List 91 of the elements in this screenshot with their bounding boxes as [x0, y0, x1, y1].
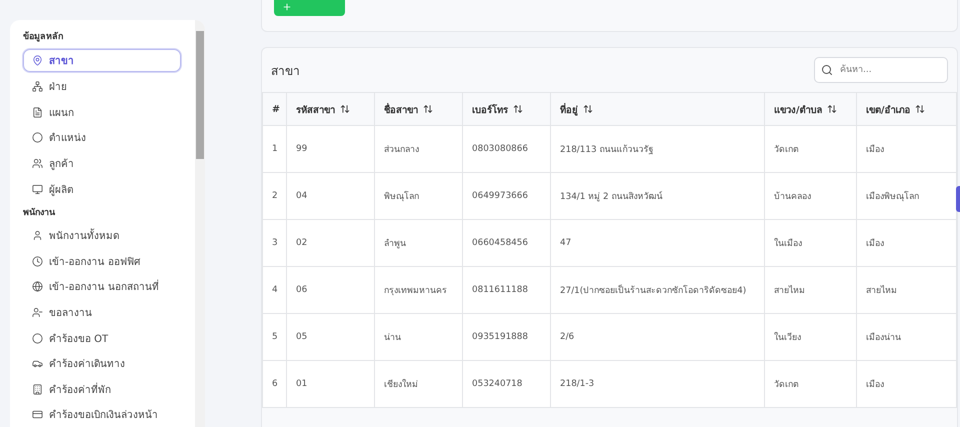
table-cell: 3 [262, 220, 286, 266]
table-cell: กรุงเทพมหานคร [374, 266, 462, 314]
table-cell: เมือง [856, 360, 956, 408]
table-cell: วัดเกต [764, 360, 856, 408]
table-cell: 0935191888 [462, 314, 550, 360]
sidebar-item[interactable]: คำร้องขอเบิกเงินล่วงหน้า [23, 402, 181, 427]
table-cell: 5 [262, 314, 286, 360]
table-cell: 99 [286, 126, 374, 172]
column-header[interactable]: ที่อยู่ [550, 92, 764, 126]
search-field[interactable]: ค้นหา... [814, 57, 948, 83]
sort-icon [423, 104, 433, 114]
table-cell: 218/1-3 [550, 360, 764, 408]
building-icon [32, 384, 43, 395]
sort-icon [583, 104, 593, 114]
sidebar-item[interactable]: ขอลางาน [23, 300, 181, 326]
plus-icon [282, 2, 292, 12]
sidebar-item[interactable]: เข้า-ออกงาน ออฟฟิศ [23, 248, 181, 274]
sidebar-item[interactable]: แผนก [23, 100, 181, 126]
sort-icon [915, 104, 926, 114]
circle-icon [32, 332, 43, 344]
section-title: พนักงาน [23, 206, 56, 220]
table-cell: 0660458456 [462, 220, 550, 266]
section-title: ข้อมูลหลัก [23, 30, 64, 44]
monitor-icon [32, 184, 43, 195]
table-cell: สายไหม [764, 266, 856, 314]
circle-icon [32, 132, 43, 144]
scrollbar[interactable] [195, 20, 205, 427]
network-icon [32, 81, 43, 92]
column-header: # [262, 92, 286, 126]
table-cell: 02 [286, 220, 374, 266]
column-header[interactable]: เบอร์โทร [462, 92, 550, 126]
sidebar-item[interactable]: คำร้องขอ OT [23, 325, 181, 351]
search-icon [821, 64, 833, 76]
table-cell: 134/1 หมู่ 2 ถนนสิงหวัฒน์ [550, 172, 764, 220]
table-cell: วัดเกต [764, 126, 856, 172]
table-cell: เชียงใหม่ [374, 360, 462, 408]
table-cell: ส่วนกลาง [374, 126, 462, 172]
table-cell: 218/113 ถนนแก้วนวรัฐ [550, 126, 764, 172]
table-cell: 04 [286, 172, 374, 220]
table-cell: 2 [262, 172, 286, 220]
car-icon [32, 358, 43, 370]
table-cell: สายไหม [856, 266, 956, 314]
sidebar-item[interactable]: สาขา [23, 49, 181, 72]
table-cell: 01 [286, 360, 374, 408]
sort-icon [340, 104, 350, 114]
sort-icon [827, 104, 838, 114]
globe-icon [32, 281, 43, 292]
table-cell: 0803080866 [462, 126, 550, 172]
table-cell: ลำพูน [374, 220, 462, 266]
table-cell: 0649973666 [462, 172, 550, 220]
table-cell: บ้านคลอง [764, 172, 856, 220]
table-cell: ในเมือง [764, 220, 856, 266]
table-cell: 27/1(ปากซอยเป็นร้านสะดวกซักโอดาริดัดซอย4) [550, 266, 764, 314]
clock-icon [32, 256, 43, 267]
table-cell: พิษณุโลก [374, 172, 462, 220]
sidebar-item[interactable]: ตำแหน่ง [23, 125, 181, 151]
users-icon [32, 158, 43, 170]
sidebar-item[interactable]: พนักงานทั้งหมด [23, 222, 181, 249]
table-cell: น่าน [374, 314, 462, 360]
card-icon [32, 409, 43, 420]
user-icon [32, 230, 43, 242]
sidebar-item[interactable]: ฝ่าย [23, 74, 181, 100]
table-cell: เมือง [856, 220, 956, 266]
sidebar-item[interactable]: ผู้ผลิต [23, 176, 181, 202]
sidebar-item[interactable]: คำร้องค่าเดินทาง [23, 350, 181, 377]
column-header[interactable]: ชื่อสาขา [374, 92, 462, 126]
table-cell: 06 [286, 266, 374, 314]
sidebar-item[interactable]: ลูกค้า [23, 150, 181, 176]
table-title: สาขา [271, 62, 300, 80]
table-cell: ในเวียง [764, 314, 856, 360]
column-header[interactable]: แขวง/ตำบล [764, 92, 856, 126]
table-cell: เมือง [856, 126, 956, 172]
user-minus-icon [32, 307, 43, 318]
map-pin-icon [32, 55, 43, 66]
sort-icon [513, 104, 523, 114]
table-cell: 2/6 [550, 314, 764, 360]
table-cell: 05 [286, 314, 374, 360]
side-tab[interactable] [956, 186, 960, 212]
table-cell: 0811611188 [462, 266, 550, 314]
add-button[interactable] [274, 0, 345, 16]
column-header[interactable]: รหัสสาขา [286, 92, 374, 126]
column-header[interactable]: เขต/อำเภอ [856, 92, 956, 126]
table-cell: 1 [262, 126, 286, 172]
document-icon [32, 106, 43, 118]
table-cell: 6 [262, 360, 286, 408]
table-cell: 47 [550, 220, 764, 266]
sidebar-item[interactable]: เข้า-ออกงาน นอกสถานที่ [23, 274, 181, 300]
table-cell: 053240718 [462, 360, 550, 408]
sidebar-item[interactable]: คำร้องค่าที่พัก [23, 376, 181, 402]
table-cell: เมืองน่าน [856, 314, 956, 360]
table-cell: 4 [262, 266, 286, 314]
